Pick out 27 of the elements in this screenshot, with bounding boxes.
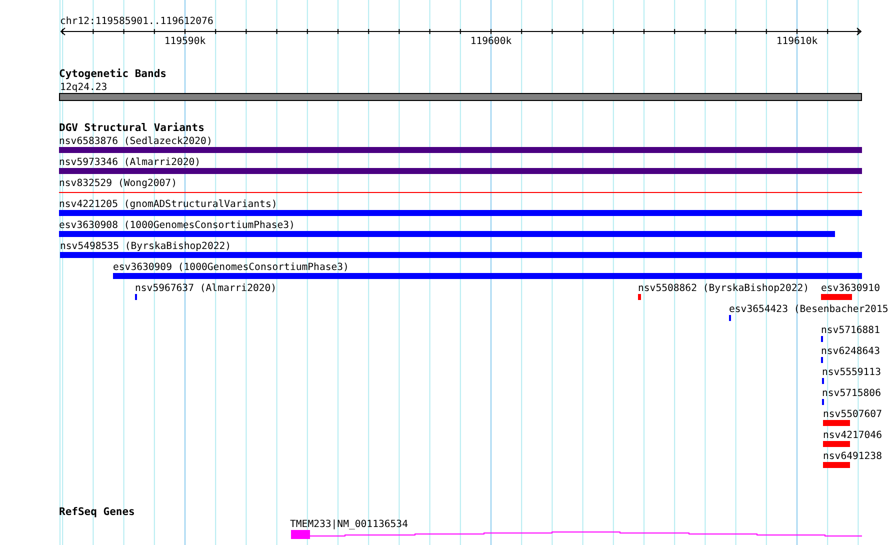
variant-label: nsv5716881	[821, 325, 880, 336]
track-title: Cytogenetic Bands	[59, 68, 166, 80]
variant-label: nsv832529 (Wong2007)	[59, 178, 177, 189]
tick-label: 119600k	[470, 36, 512, 47]
variant-label: esv3630908 (1000GenomesConsortiumPhase3)	[59, 220, 295, 231]
variant-label: nsv4217046	[823, 430, 882, 441]
variant-label: nsv4221205 (gnomADStructuralVariants)	[59, 199, 278, 210]
range-label: chr12:119585901..119612076	[60, 16, 214, 27]
band-label: 12q24.23	[60, 82, 108, 93]
variant-label: esv3630909 (1000GenomesConsortiumPhase3)	[113, 262, 349, 273]
variant-label: nsv6583876 (Sedlazeck2020)	[59, 136, 212, 147]
tick-label: 119590k	[164, 36, 206, 47]
gene-label: TMEM233|NM_001136534	[290, 519, 408, 530]
variant-label: nsv5559113	[822, 367, 881, 378]
variant-label: nsv5967637 (Almarri2020)	[135, 283, 277, 294]
variant-label: nsv5973346 (Almarri2020)	[59, 157, 201, 168]
track-title: DGV Structural Variants	[59, 122, 204, 134]
variant-label: nsv5715806	[822, 388, 881, 399]
variant-label: nsv5507607	[823, 409, 882, 420]
variant-label: nsv6248643	[821, 346, 880, 357]
tick-label: 119610k	[776, 36, 818, 47]
variant-label: esv3654423 (Besenbacher2015	[729, 304, 888, 315]
variant-label: nsv5498535 (ByrskaBishop2022)	[60, 241, 232, 252]
variant-label: esv3630910	[821, 283, 880, 294]
track-title: RefSeq Genes	[59, 506, 135, 518]
variant-label: nsv6491238	[823, 451, 882, 462]
variant-label: nsv5508862 (ByrskaBishop2022)	[638, 283, 810, 294]
